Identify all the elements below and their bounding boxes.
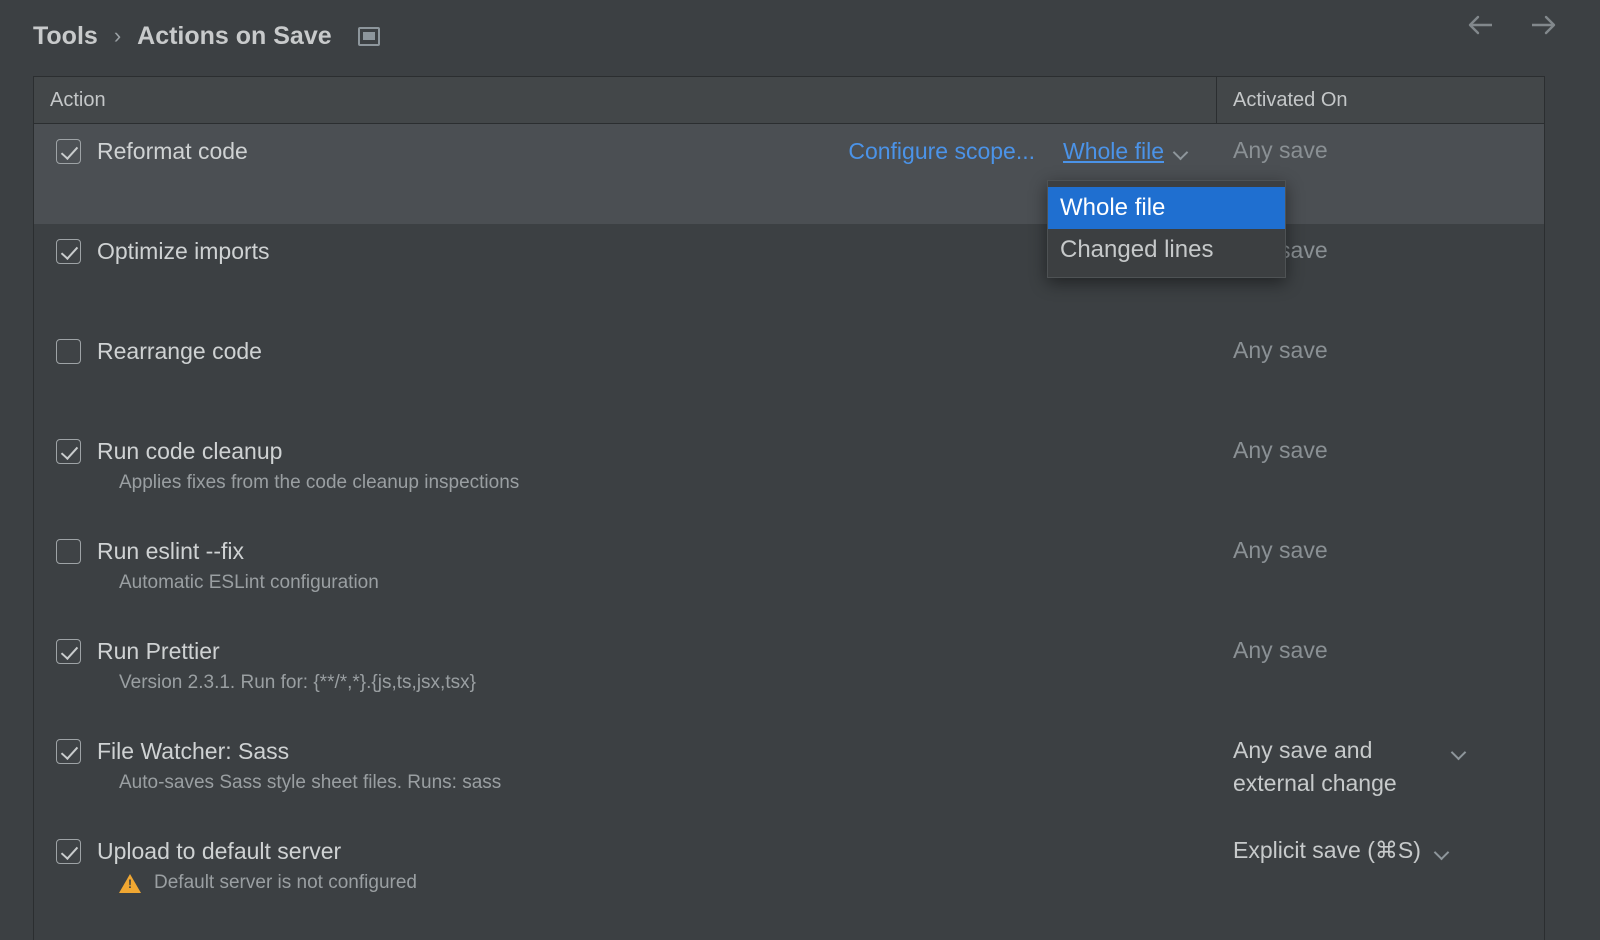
checkbox-upload-to-default-server[interactable] [56, 838, 81, 864]
activated-value: Explicit save (⌘S) [1233, 837, 1421, 863]
row-title: Run eslint --fix [56, 534, 1217, 568]
row-inline-controls: Configure scope... Whole file [848, 134, 1189, 168]
row-title: Rearrange code [56, 334, 1217, 368]
row-activated-cell[interactable]: Any save [1217, 324, 1544, 424]
actions-on-save-table: Action Activated On Reformat code Config… [33, 76, 1545, 940]
row-title: Optimize imports [56, 234, 1217, 268]
warning-triangle-icon [119, 873, 141, 893]
table-row[interactable]: Upload to default server Default server … [34, 824, 1544, 924]
breadcrumb-separator-icon: › [113, 23, 122, 48]
row-label: Run code cleanup [97, 437, 283, 464]
breadcrumb: Tools › Actions on Save [33, 22, 380, 51]
row-description-text: Automatic ESLint configuration [119, 572, 379, 593]
table-row[interactable]: Run eslint --fix Automatic ESLint config… [34, 524, 1544, 624]
row-label: Run Prettier [97, 637, 220, 664]
navigation-arrows [1464, 8, 1560, 42]
configure-scope-link[interactable]: Configure scope... [848, 138, 1035, 165]
row-activated-cell[interactable]: Any save and external change [1217, 724, 1544, 824]
row-action-cell: Rearrange code [34, 324, 1217, 424]
row-title: Run code cleanup [56, 434, 1217, 468]
chevron-down-icon [1174, 147, 1189, 156]
breadcrumb-item-actions-on-save: Actions on Save [137, 21, 332, 50]
breadcrumb-item-tools[interactable]: Tools [33, 22, 98, 51]
row-description: Version 2.3.1. Run for: {**/*,*}.{js,ts,… [119, 672, 1217, 694]
row-label: Reformat code [97, 137, 248, 164]
scope-dropdown-trigger[interactable]: Whole file [1063, 138, 1189, 165]
row-title: Upload to default server [56, 834, 1217, 868]
dropdown-option-changed-lines[interactable]: Changed lines [1048, 229, 1285, 271]
activated-value: Any save [1233, 437, 1328, 463]
row-label: Optimize imports [97, 237, 270, 264]
column-header-action: Action [34, 77, 1217, 123]
row-label: File Watcher: Sass [97, 737, 290, 764]
arrow-right-icon[interactable] [1526, 8, 1560, 42]
scope-dropdown-value: Whole file [1063, 137, 1164, 164]
row-action-cell: Optimize imports [34, 224, 1217, 324]
dropdown-option-whole-file[interactable]: Whole file [1048, 187, 1285, 229]
checkbox-reformat-code[interactable] [56, 138, 81, 164]
row-description-text: Auto-saves Sass style sheet files. Runs:… [119, 772, 502, 793]
column-header-activated-on: Activated On [1233, 88, 1348, 111]
table-row[interactable]: Optimize imports Any save [34, 224, 1544, 324]
chevron-down-icon[interactable] [1452, 747, 1467, 756]
row-action-cell: Upload to default server Default server … [34, 824, 1217, 924]
page-header: Tools › Actions on Save [0, 0, 1600, 72]
row-description-text: Applies fixes from the code cleanup insp… [119, 472, 520, 493]
checkbox-run-eslint-fix[interactable] [56, 538, 81, 564]
activated-value: Any save [1233, 637, 1328, 663]
row-description: Auto-saves Sass style sheet files. Runs:… [119, 772, 1217, 794]
row-title: Run Prettier [56, 634, 1217, 668]
row-activated-cell[interactable]: Explicit save (⌘S) [1217, 824, 1544, 924]
dialog-window-icon[interactable] [357, 26, 380, 46]
row-action-cell: Reformat code Configure scope... Whole f… [34, 124, 1217, 224]
row-action-cell: Run eslint --fix Automatic ESLint config… [34, 524, 1217, 624]
activated-value: Any save [1233, 337, 1328, 363]
row-description: Default server is not configured [119, 872, 1217, 894]
table-row[interactable]: Run code cleanup Applies fixes from the … [34, 424, 1544, 524]
row-label: Rearrange code [97, 337, 262, 364]
row-activated-cell[interactable]: Any save [1217, 624, 1544, 724]
row-action-cell: File Watcher: Sass Auto-saves Sass style… [34, 724, 1217, 824]
row-label: Run eslint --fix [97, 537, 244, 564]
chevron-down-icon[interactable] [1435, 847, 1450, 856]
checkbox-run-prettier[interactable] [56, 638, 81, 664]
row-activated-cell[interactable]: Any save [1217, 424, 1544, 524]
row-description-text: Version 2.3.1. Run for: {**/*,*}.{js,ts,… [119, 672, 476, 693]
row-description-text: Default server is not configured [154, 872, 417, 893]
row-action-cell: Run code cleanup Applies fixes from the … [34, 424, 1217, 524]
activated-value: Any save [1233, 137, 1328, 163]
row-label: Upload to default server [97, 837, 342, 864]
checkbox-file-watcher-sass[interactable] [56, 738, 81, 764]
row-description: Applies fixes from the code cleanup insp… [119, 472, 1217, 494]
row-action-cell: Run Prettier Version 2.3.1. Run for: {**… [34, 624, 1217, 724]
checkbox-rearrange-code[interactable] [56, 338, 81, 364]
table-header-row: Action Activated On [34, 77, 1544, 124]
activated-value: Any save [1233, 537, 1328, 563]
row-title: File Watcher: Sass [56, 734, 1217, 768]
checkbox-run-code-cleanup[interactable] [56, 438, 81, 464]
table-row[interactable]: File Watcher: Sass Auto-saves Sass style… [34, 724, 1544, 824]
table-row[interactable]: Run Prettier Version 2.3.1. Run for: {**… [34, 624, 1544, 724]
table-row[interactable]: Rearrange code Any save [34, 324, 1544, 424]
table-row[interactable]: Reformat code Configure scope... Whole f… [34, 124, 1544, 224]
row-activated-cell[interactable]: Any save [1217, 524, 1544, 624]
activated-value: Any save and external change [1233, 737, 1397, 796]
table-body: Reformat code Configure scope... Whole f… [34, 124, 1544, 924]
arrow-left-icon[interactable] [1464, 8, 1498, 42]
checkbox-optimize-imports[interactable] [56, 238, 81, 264]
row-description: Automatic ESLint configuration [119, 572, 1217, 594]
scope-dropdown-menu[interactable]: Whole file Changed lines [1047, 180, 1286, 278]
